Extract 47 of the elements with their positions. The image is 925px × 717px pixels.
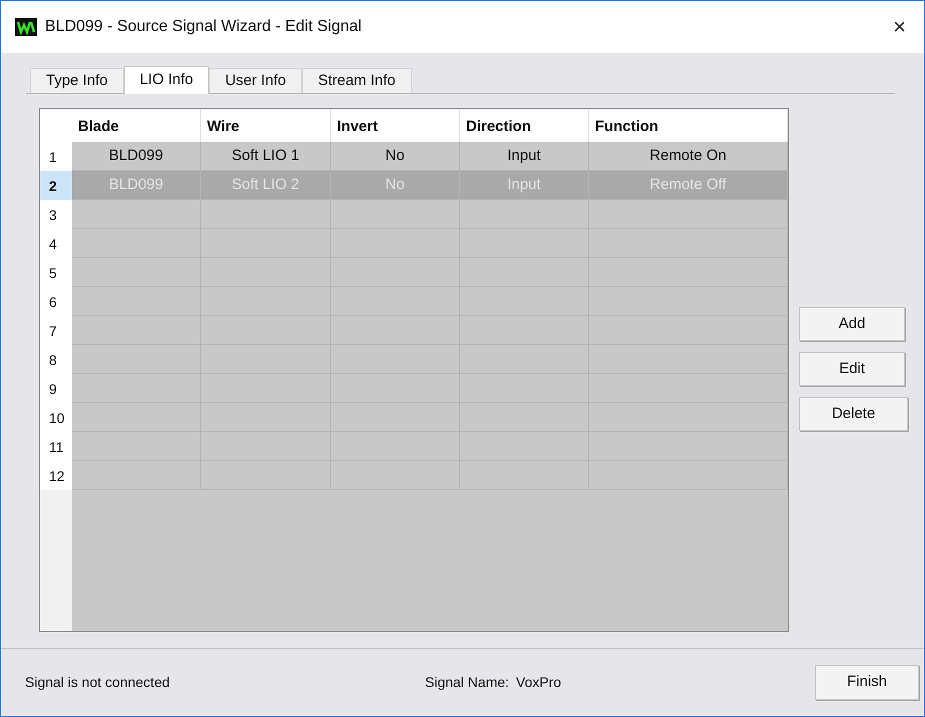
close-button[interactable]: × — [889, 16, 910, 38]
table-cell: Input — [460, 142, 589, 170]
table-row[interactable] — [72, 374, 788, 403]
action-button[interactable]: Edit — [799, 352, 905, 386]
table-cell: BLD099 — [72, 142, 201, 170]
table-cell: No — [331, 171, 460, 199]
row-number[interactable]: 8 — [40, 345, 72, 374]
table-row[interactable]: BLD099 Soft LIO 1 No Input Remote On — [72, 142, 788, 171]
table-row[interactable] — [72, 258, 788, 287]
row-number[interactable]: 11 — [40, 432, 72, 461]
table-row[interactable] — [72, 287, 788, 316]
row-number[interactable]: 10 — [40, 403, 72, 432]
table-row[interactable] — [72, 200, 788, 229]
table-row[interactable] — [72, 461, 788, 490]
table-cell: Input — [460, 171, 589, 199]
window-title: BLD099 - Source Signal Wizard - Edit Signal — [45, 17, 362, 37]
tab[interactable]: Type Info — [30, 68, 124, 93]
finish-button[interactable]: Finish — [815, 665, 919, 700]
row-number[interactable]: 7 — [40, 316, 72, 345]
tab[interactable]: User Info — [209, 68, 302, 93]
tab[interactable]: Stream Info — [302, 68, 412, 93]
table-cell: No — [331, 142, 460, 170]
table-cell: Remote Off — [589, 171, 788, 199]
action-button[interactable]: Add — [799, 307, 905, 341]
signal-name: VoxPro — [516, 673, 562, 692]
signal-name-label: Signal Name: — [425, 673, 510, 692]
table-row[interactable] — [72, 345, 788, 374]
row-number[interactable]: 5 — [40, 258, 72, 287]
row-number[interactable]: 9 — [40, 374, 72, 403]
row-number[interactable]: 2 — [40, 171, 72, 200]
table-row[interactable] — [72, 229, 788, 258]
table-cell: Remote On — [589, 142, 788, 170]
connection-status: Signal is not connected — [25, 673, 171, 692]
app-logo-icon — [15, 18, 37, 36]
table-cell: BLD099 — [72, 171, 201, 199]
table-cell: Soft LIO 1 — [201, 142, 331, 170]
row-number[interactable]: 6 — [40, 287, 72, 316]
tab[interactable]: LIO Info — [124, 66, 210, 94]
row-number[interactable]: 1 — [40, 142, 72, 171]
action-button[interactable]: Delete — [799, 397, 908, 431]
row-number[interactable]: 12 — [40, 461, 72, 490]
row-number[interactable]: 4 — [40, 229, 72, 258]
table-cell: Soft LIO 2 — [201, 171, 331, 199]
row-number[interactable]: 3 — [40, 200, 72, 229]
table-row[interactable] — [72, 403, 788, 432]
table-row[interactable] — [72, 316, 788, 345]
table-row[interactable] — [72, 432, 788, 461]
